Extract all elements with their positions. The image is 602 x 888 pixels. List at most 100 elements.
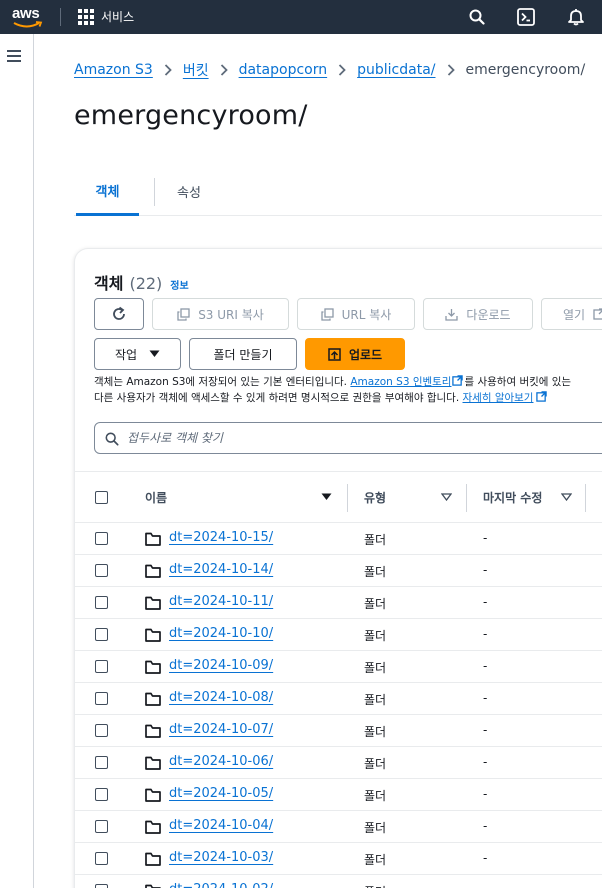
- search-icon: [105, 431, 119, 450]
- aws-logo-text: aws: [12, 5, 40, 22]
- row-checkbox[interactable]: [95, 724, 108, 737]
- objects-count: (22): [129, 274, 163, 293]
- folder-icon: [145, 531, 161, 550]
- object-type: 폴더: [364, 661, 387, 675]
- table-row[interactable]: dt=2024-10-02/폴더 -: [75, 875, 602, 888]
- object-last-modified: -: [483, 691, 488, 705]
- row-checkbox[interactable]: [95, 692, 108, 705]
- object-name-link[interactable]: dt=2024-10-14/: [169, 562, 273, 577]
- table-header: 이름 유형 마지막 수정: [75, 471, 602, 523]
- breadcrumb-current: emergencyroom/: [465, 62, 586, 78]
- table-row[interactable]: dt=2024-10-08/폴더 -: [75, 683, 602, 715]
- breadcrumb-bucket[interactable]: datapopcorn: [239, 62, 328, 78]
- breadcrumb-amazon-s3[interactable]: Amazon S3: [74, 62, 153, 78]
- column-type[interactable]: 유형: [364, 472, 464, 522]
- table-row[interactable]: dt=2024-10-07/폴더 -: [75, 715, 602, 747]
- search-icon[interactable]: [467, 7, 487, 27]
- create-folder-label: 폴더 만들기: [213, 347, 273, 362]
- table-row[interactable]: dt=2024-10-03/폴더 -: [75, 843, 602, 875]
- object-last-modified: -: [483, 531, 488, 545]
- upload-button[interactable]: 업로드: [305, 338, 405, 370]
- row-checkbox[interactable]: [95, 820, 108, 833]
- object-type: 폴더: [364, 757, 387, 771]
- row-checkbox[interactable]: [95, 564, 108, 577]
- refresh-button[interactable]: [94, 298, 144, 330]
- row-checkbox[interactable]: [95, 532, 108, 545]
- folder-icon: [145, 563, 161, 582]
- table-row[interactable]: dt=2024-10-10/폴더 -: [75, 619, 602, 651]
- select-all-checkbox[interactable]: [95, 472, 108, 522]
- object-name-link[interactable]: dt=2024-10-05/: [169, 786, 273, 801]
- download-button[interactable]: 다운로드: [423, 298, 533, 330]
- copy-s3-uri-button[interactable]: S3 URI 복사: [152, 298, 289, 330]
- table-row[interactable]: dt=2024-10-11/폴더 -: [75, 587, 602, 619]
- caret-down-icon[interactable]: [321, 493, 332, 501]
- table-row[interactable]: dt=2024-10-04/폴더 -: [75, 811, 602, 843]
- table-row[interactable]: dt=2024-10-15/폴더 -: [75, 523, 602, 555]
- tab-objects[interactable]: 객체: [76, 168, 139, 216]
- folder-icon: [145, 627, 161, 646]
- column-name[interactable]: 이름: [145, 472, 335, 522]
- sort-caret-icon[interactable]: [441, 493, 452, 501]
- row-checkbox[interactable]: [95, 852, 108, 865]
- caret-down-icon: [149, 350, 160, 358]
- object-name-link[interactable]: dt=2024-10-08/: [169, 690, 273, 705]
- inventory-link[interactable]: Amazon S3 인벤토리: [350, 376, 451, 388]
- object-name-link[interactable]: dt=2024-10-11/: [169, 594, 273, 609]
- learn-more-link[interactable]: 자세히 알아보기: [463, 392, 534, 404]
- hamburger-menu-icon[interactable]: [7, 50, 21, 62]
- object-type: 폴더: [364, 565, 387, 579]
- object-name-link[interactable]: dt=2024-10-02/: [169, 882, 273, 888]
- row-checkbox[interactable]: [95, 788, 108, 801]
- object-name-link[interactable]: dt=2024-10-09/: [169, 658, 273, 673]
- table-body: dt=2024-10-15/폴더 - dt=2024-10-14/폴더 - dt=202…: [75, 523, 602, 888]
- objects-description: 객체는 Amazon S3에 저장되어 있는 기본 엔터티입니다. Amazon…: [94, 374, 602, 406]
- download-label: 다운로드: [466, 307, 511, 322]
- row-checkbox[interactable]: [95, 596, 108, 609]
- object-last-modified: -: [483, 819, 488, 833]
- open-button[interactable]: 열기: [541, 298, 602, 330]
- breadcrumb-prefix[interactable]: publicdata/: [357, 62, 435, 78]
- table-row[interactable]: dt=2024-10-14/폴더 -: [75, 555, 602, 587]
- object-name-link[interactable]: dt=2024-10-07/: [169, 722, 273, 737]
- upload-label: 업로드: [348, 347, 383, 362]
- aws-smile-icon: [13, 21, 43, 28]
- info-link[interactable]: 정보: [170, 277, 188, 292]
- table-row[interactable]: dt=2024-10-06/폴더 -: [75, 747, 602, 779]
- object-last-modified: -: [483, 851, 488, 865]
- description-text: 객체는 Amazon S3에 저장되어 있는 기본 엔터티입니다.: [94, 376, 351, 388]
- object-type: 폴더: [364, 533, 387, 547]
- upload-icon: [328, 347, 341, 361]
- actions-dropdown-button[interactable]: 작업: [94, 338, 181, 370]
- object-type: 폴더: [364, 597, 387, 611]
- object-name-link[interactable]: dt=2024-10-10/: [169, 626, 273, 641]
- aws-logo[interactable]: aws: [12, 4, 46, 30]
- nav-separator: [60, 8, 61, 26]
- create-folder-button[interactable]: 폴더 만들기: [189, 338, 297, 370]
- copy-url-button[interactable]: URL 복사: [297, 298, 415, 330]
- cloudshell-icon[interactable]: [516, 7, 536, 27]
- objects-container: 객체 (22) 정보 S3 URI 복사 URL 복사 다운로드 열기 작업 폴…: [74, 248, 602, 888]
- tab-properties[interactable]: 속성: [158, 168, 220, 215]
- object-name-link[interactable]: dt=2024-10-06/: [169, 754, 273, 769]
- object-type: 폴더: [364, 853, 387, 867]
- table-row[interactable]: dt=2024-10-05/폴더 -: [75, 779, 602, 811]
- breadcrumb-buckets[interactable]: 버킷: [183, 60, 209, 80]
- row-checkbox[interactable]: [95, 756, 108, 769]
- objects-header: 객체 (22) 정보: [94, 270, 189, 294]
- search-input[interactable]: [127, 423, 602, 453]
- table-row[interactable]: dt=2024-10-09/폴더 -: [75, 651, 602, 683]
- row-checkbox[interactable]: [95, 884, 108, 888]
- sort-caret-icon[interactable]: [561, 493, 572, 501]
- row-checkbox[interactable]: [95, 660, 108, 673]
- services-menu[interactable]: 서비스: [101, 8, 134, 25]
- column-last-modified[interactable]: 마지막 수정: [483, 472, 593, 522]
- row-checkbox[interactable]: [95, 628, 108, 641]
- description-text: 다른 사용자가 객체에 액세스할 수 있게 하려면 명시적으로 권한을 부여해야…: [94, 392, 463, 404]
- object-name-link[interactable]: dt=2024-10-03/: [169, 850, 273, 865]
- bell-icon[interactable]: [566, 7, 586, 27]
- object-name-link[interactable]: dt=2024-10-04/: [169, 818, 273, 833]
- object-name-link[interactable]: dt=2024-10-15/: [169, 530, 273, 545]
- folder-icon: [145, 787, 161, 806]
- services-grid-icon[interactable]: [78, 9, 94, 25]
